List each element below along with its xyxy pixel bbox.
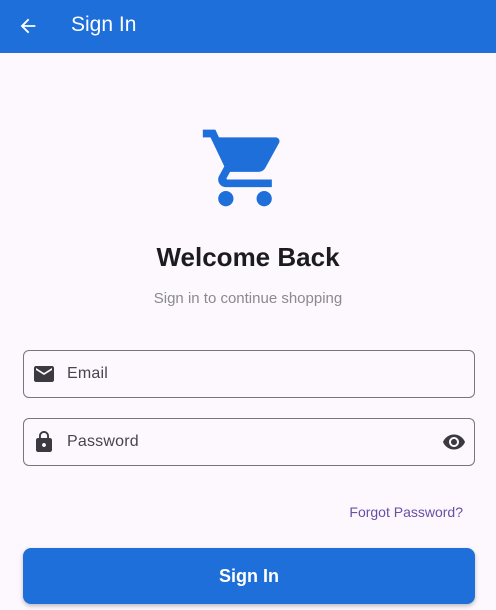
welcome-subtitle: Sign in to continue shopping [153, 290, 343, 307]
welcome-heading: Welcome Back [156, 242, 340, 272]
lock-icon [36, 431, 52, 452]
shopping-cart-icon [202, 129, 280, 207]
email-icon [34, 366, 54, 382]
email-input[interactable] [67, 351, 427, 397]
page-title: Sign In [71, 13, 137, 36]
forgot-password-link[interactable]: Forgot Password? [349, 503, 463, 521]
visibility-icon[interactable] [442, 430, 466, 454]
password-field[interactable] [23, 418, 475, 466]
password-input[interactable] [67, 419, 427, 465]
arrow-back-icon [20, 18, 36, 34]
back-button[interactable] [14, 12, 42, 40]
app-bar: Sign In [0, 0, 496, 53]
sign-in-button[interactable]: Sign In [23, 548, 475, 604]
email-field[interactable] [23, 350, 475, 398]
